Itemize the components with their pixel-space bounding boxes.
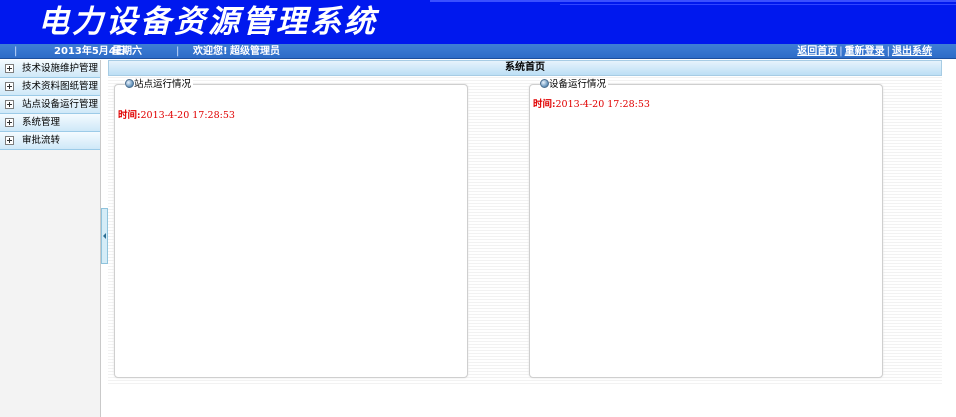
equipment-status-panel: 设备运行情况 时间:2013-4-20 17:28:53 [529, 79, 883, 378]
username: 超级管理员 [230, 46, 280, 57]
home-link[interactable]: 返回首页 [797, 46, 837, 57]
sidebar-item-tech-drawings[interactable]: 技术资料图纸管理 [0, 78, 100, 96]
time-label: 时间: [118, 110, 141, 121]
sidebar-item-label: 系统管理 [22, 117, 61, 128]
globe-icon [540, 79, 549, 88]
expand-icon[interactable] [5, 136, 14, 145]
sidebar-item-system-management[interactable]: 系统管理 [0, 114, 100, 132]
top-links: 返回首页 | 重新登录 | 退出系统 [797, 44, 932, 59]
relogin-link[interactable]: 重新登录 [845, 46, 885, 57]
separator: | [886, 46, 890, 57]
panel-title: 站点运行情况 [134, 79, 192, 90]
sidebar-item-label: 站点设备运行管理 [22, 99, 99, 110]
main-content: 系统首页 站点运行情况 时间:2013-4-20 17:28:53 设备运行情况… [108, 60, 942, 386]
time-label: 时间: [533, 99, 556, 110]
panel-title: 设备运行情况 [549, 79, 607, 90]
current-weekday: 星期六 [112, 46, 142, 57]
sidebar-item-label: 技术资料图纸管理 [22, 81, 99, 92]
welcome-text: 欢迎您! [193, 46, 228, 57]
app-title: 电力设备资源管理系统 [38, 4, 378, 40]
panel-legend: 站点运行情况 [125, 79, 194, 91]
banner-decoration [430, 0, 956, 2]
sidebar-item-label: 技术设施维护管理 [22, 63, 99, 74]
time-value: 2013-4-20 17:28:53 [140, 110, 235, 121]
sidebar-item-label: 审批流转 [22, 135, 61, 146]
page-title: 系统首页 [108, 60, 942, 76]
panel-time: 时间:2013-4-20 17:28:53 [118, 107, 235, 121]
banner-decoration-line [560, 4, 956, 5]
sidebar-item-approval-flow[interactable]: 审批流转 [0, 132, 100, 150]
globe-icon [125, 79, 134, 88]
expand-icon[interactable] [5, 64, 14, 73]
time-value: 2013-4-20 17:28:53 [555, 99, 650, 110]
site-status-panel: 站点运行情况 时间:2013-4-20 17:28:53 [114, 79, 468, 378]
separator: | [14, 46, 18, 57]
app-banner: 电力设备资源管理系统 [0, 0, 956, 44]
logout-link[interactable]: 退出系统 [892, 46, 932, 57]
sidebar-menu: 技术设施维护管理 技术资料图纸管理 站点设备运行管理 系统管理 审批流转 [0, 60, 101, 417]
sidebar-item-facility-maintenance[interactable]: 技术设施维护管理 [0, 60, 100, 78]
expand-icon[interactable] [5, 118, 14, 127]
expand-icon[interactable] [5, 100, 14, 109]
separator: | [176, 46, 180, 57]
panel-time: 时间:2013-4-20 17:28:53 [533, 96, 650, 110]
panel-legend: 设备运行情况 [540, 79, 609, 91]
sidebar-collapse-handle[interactable] [101, 208, 108, 264]
expand-icon[interactable] [5, 82, 14, 91]
info-bar: | 2013年5月4日 星期六 | 欢迎您! 超级管理员 返回首页 | 重新登录 | 退… [0, 44, 956, 59]
sidebar-item-site-equipment[interactable]: 站点设备运行管理 [0, 96, 100, 114]
separator: | [839, 46, 843, 57]
chevron-left-icon [103, 233, 106, 239]
